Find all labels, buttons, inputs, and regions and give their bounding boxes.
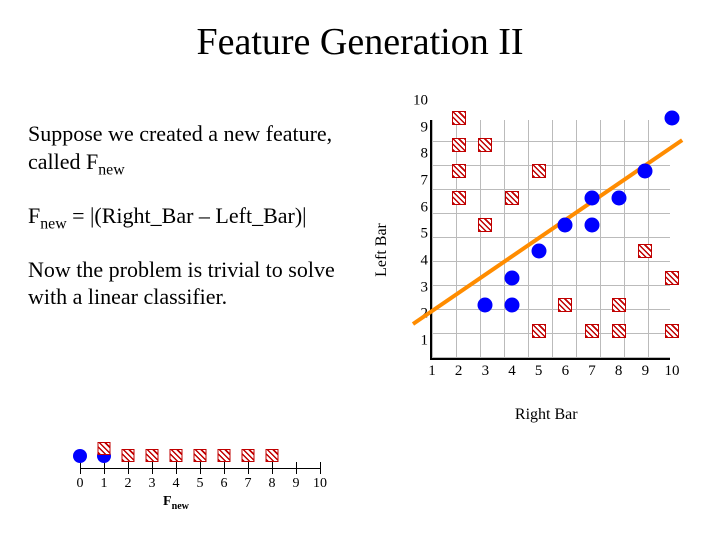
hatch-marker [452, 164, 466, 178]
x-tick: 2 [455, 363, 463, 380]
hatch-marker [532, 164, 546, 178]
numline-tick [320, 462, 321, 474]
paragraph-1: Suppose we created a new feature, called… [28, 120, 368, 180]
hatch-marker [665, 271, 679, 285]
y-tick: 4 [408, 253, 428, 270]
scatter-plot: Left Bar 1234567891012345678910 Right Ba… [390, 120, 690, 380]
y-tick: 10 [408, 93, 428, 110]
hatch-marker [452, 111, 466, 125]
y-axis-label: Left Bar [373, 223, 391, 277]
numline-hatch-marker [218, 449, 231, 462]
y-tick: 7 [408, 173, 428, 190]
y-tick: 6 [408, 199, 428, 216]
circle-marker [505, 271, 520, 286]
numline-tick-label: 0 [77, 476, 84, 492]
numline-hatch-marker [170, 449, 183, 462]
circle-marker [665, 111, 680, 126]
y-tick: 5 [408, 226, 428, 243]
page-title: Feature Generation II [0, 0, 720, 64]
numline-tick [80, 462, 81, 474]
numline-tick-label: 8 [269, 476, 276, 492]
hatch-marker [532, 324, 546, 338]
numline-tick-label: 10 [313, 476, 327, 492]
circle-marker [611, 191, 626, 206]
x-tick: 10 [665, 363, 680, 380]
numline-tick-label: 7 [245, 476, 252, 492]
p2-text-a: F [28, 203, 40, 228]
numline-tick-label: 6 [221, 476, 228, 492]
y-tick: 3 [408, 279, 428, 296]
paragraph-2: Fnew = |(Right_Bar – Left_Bar)| [28, 202, 368, 234]
x-tick: 3 [482, 363, 490, 380]
p2-sub: new [40, 215, 66, 232]
numline-tick [128, 462, 129, 474]
numline-tick-label: 3 [149, 476, 156, 492]
hatch-marker [638, 244, 652, 258]
circle-marker [585, 217, 600, 232]
numline-hatch-marker [266, 449, 279, 462]
y-tick: 9 [408, 119, 428, 136]
numline-tick-label: 4 [173, 476, 180, 492]
p2-text-c: = |(Right_Bar – Left_Bar)| [67, 203, 307, 228]
x-tick: 6 [562, 363, 570, 380]
p1-text: Suppose we created a new feature, called… [28, 121, 332, 174]
plot-area: 1234567891012345678910 [430, 120, 670, 360]
numline-hatch-marker [242, 449, 255, 462]
numline-tick [272, 462, 273, 474]
x-axis-label: Right Bar [515, 406, 578, 424]
hatch-marker [505, 191, 519, 205]
hatch-marker [478, 138, 492, 152]
numline-circle-marker [73, 449, 87, 463]
circle-marker [638, 164, 653, 179]
numline-hatch-marker [122, 449, 135, 462]
numline-tick-label: 1 [101, 476, 108, 492]
paragraph-3: Now the problem is trivial to solve with… [28, 256, 368, 311]
numline-tick [152, 462, 153, 474]
numline-axis-label: Fnew [163, 494, 189, 512]
numline-hatch-marker [98, 442, 111, 455]
circle-marker [558, 217, 573, 232]
hatch-marker [478, 218, 492, 232]
hatch-marker [558, 298, 572, 312]
numline-hatch-marker [146, 449, 159, 462]
x-tick: 8 [615, 363, 623, 380]
hatch-marker [452, 138, 466, 152]
circle-marker [585, 191, 600, 206]
y-tick: 8 [408, 146, 428, 163]
hatch-marker [612, 298, 626, 312]
x-tick: 1 [428, 363, 436, 380]
y-tick: 1 [408, 333, 428, 350]
numline-tick [296, 462, 297, 474]
numline-hatch-marker [194, 449, 207, 462]
p1-sub: new [98, 161, 124, 178]
x-tick: 7 [588, 363, 596, 380]
numline-tick [248, 462, 249, 474]
number-line: 012345678910Fnew [60, 440, 340, 500]
circle-marker [531, 244, 546, 259]
numline-tick-label: 9 [293, 476, 300, 492]
x-tick: 5 [535, 363, 543, 380]
hatch-marker [585, 324, 599, 338]
numline-tick-label: 2 [125, 476, 132, 492]
numline-tick [104, 462, 105, 474]
explanation-text: Suppose we created a new feature, called… [28, 120, 368, 333]
circle-marker [505, 297, 520, 312]
x-tick: 4 [508, 363, 516, 380]
x-tick: 9 [642, 363, 650, 380]
numline-tick [176, 462, 177, 474]
hatch-marker [452, 191, 466, 205]
numline-tick [200, 462, 201, 474]
hatch-marker [665, 324, 679, 338]
circle-marker [478, 297, 493, 312]
numline-tick-label: 5 [197, 476, 204, 492]
hatch-marker [612, 324, 626, 338]
numline-tick [224, 462, 225, 474]
